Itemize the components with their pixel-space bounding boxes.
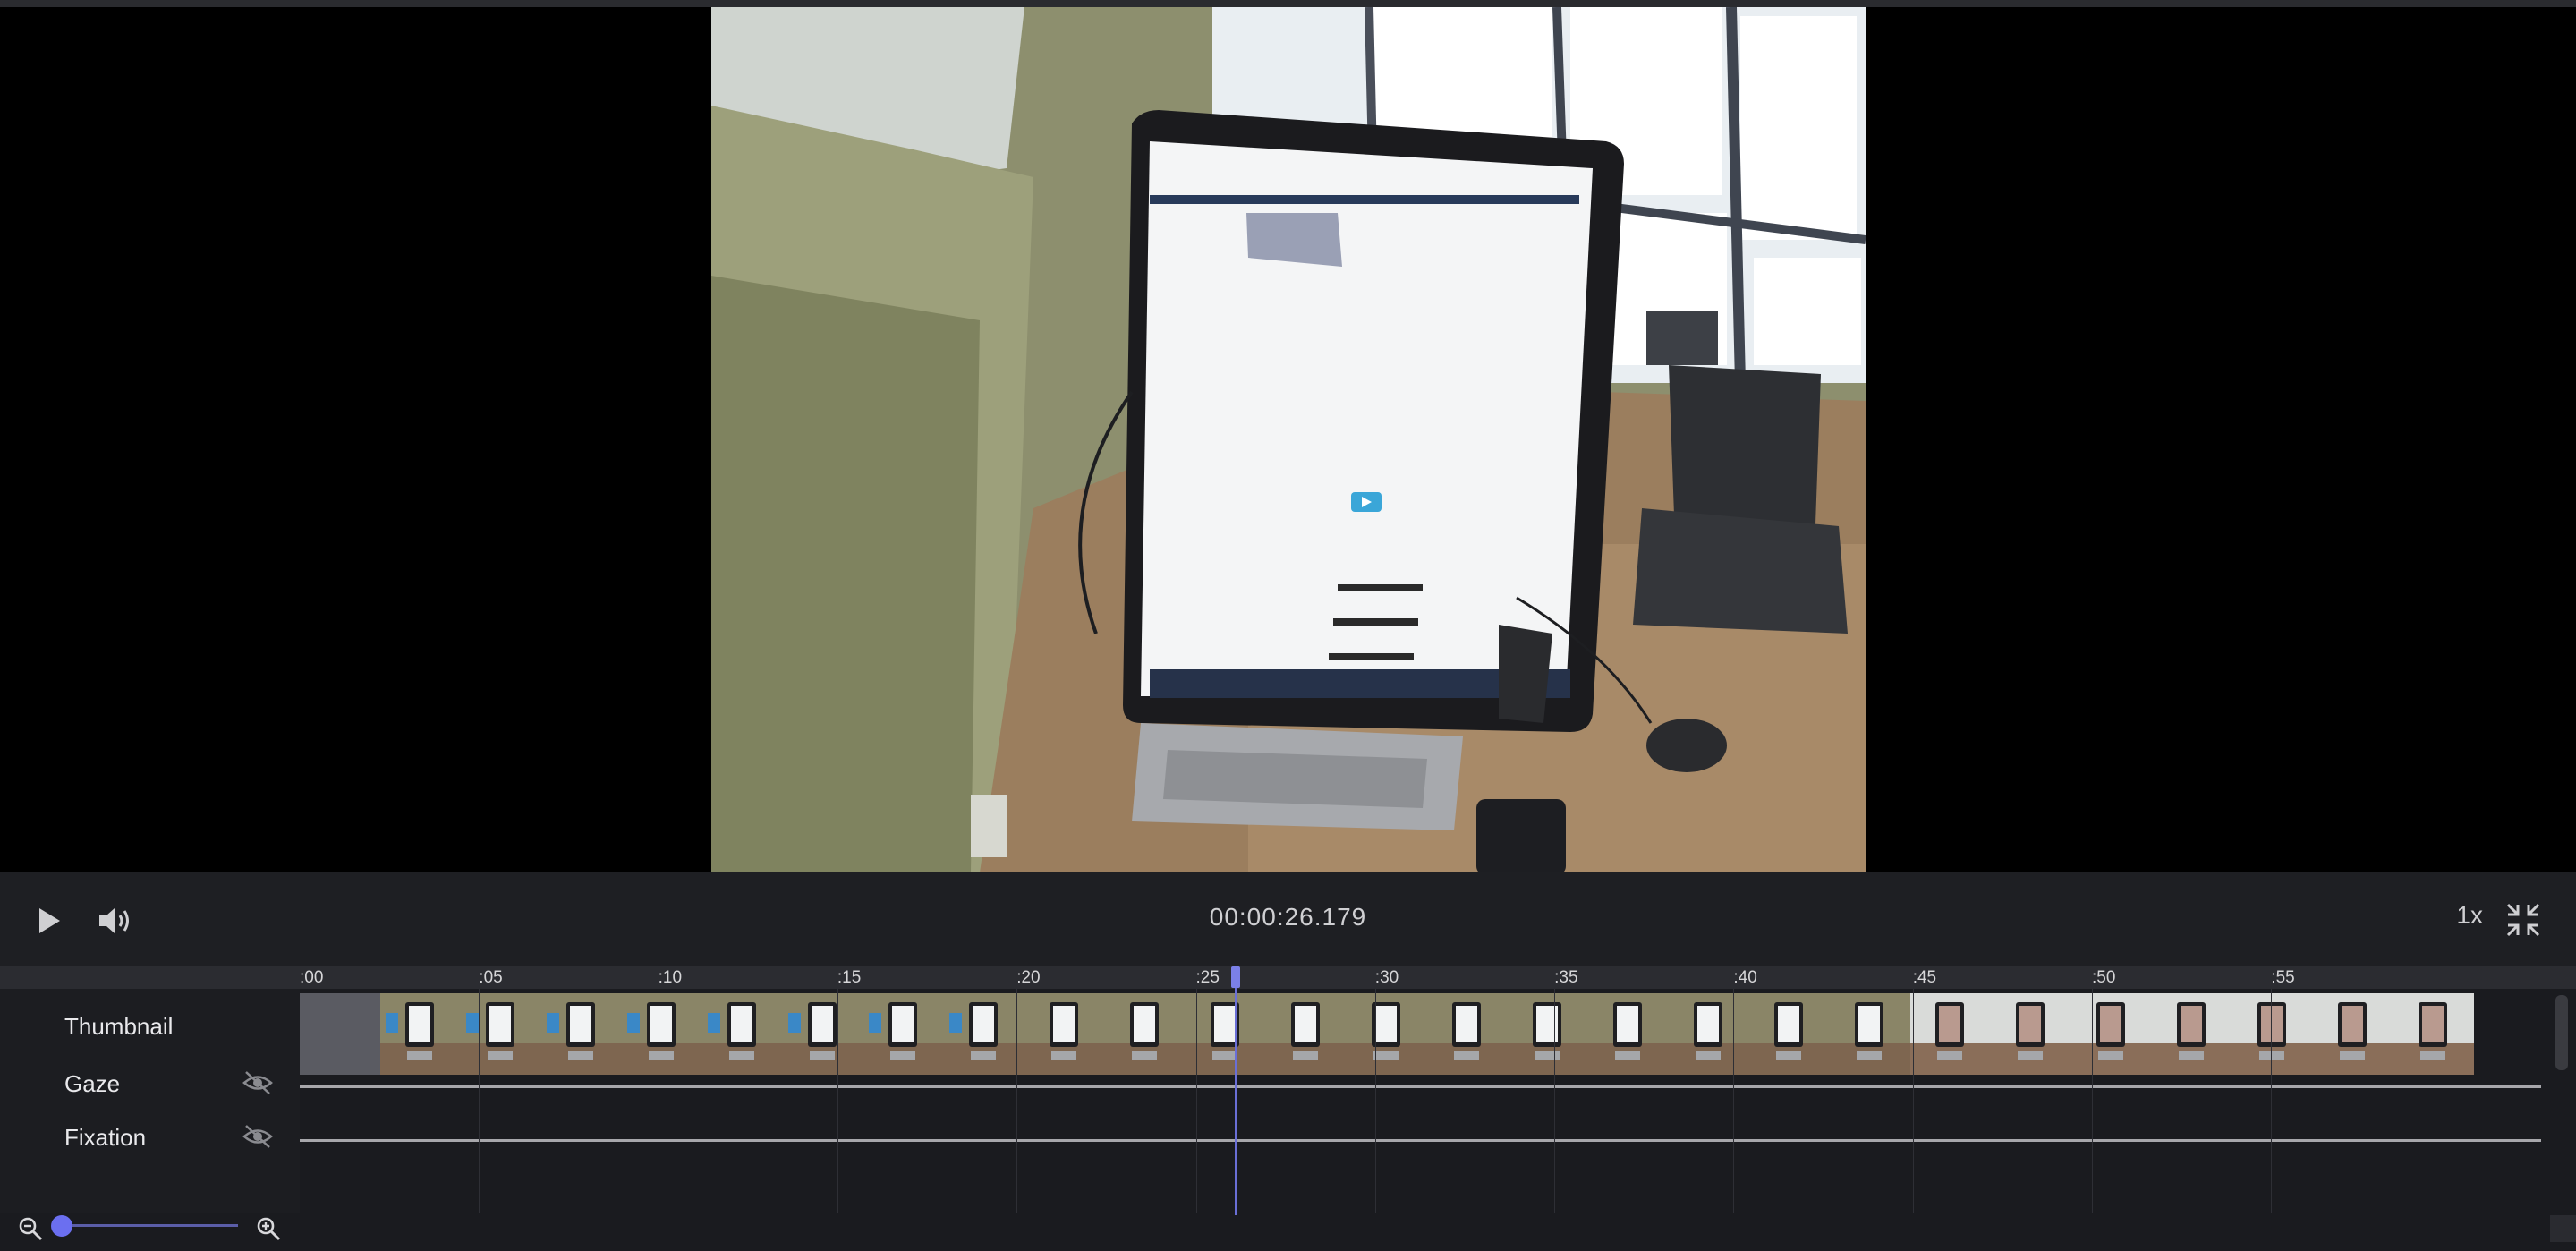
thumbnail-frame bbox=[1427, 993, 1508, 1075]
ruler-gridline bbox=[1733, 989, 1735, 1213]
thumbnail-frame bbox=[1266, 993, 1347, 1075]
thumbnail-frame bbox=[2071, 993, 2152, 1075]
thumbnail-frame bbox=[2393, 993, 2474, 1075]
ruler-gridline bbox=[1195, 989, 1197, 1213]
track-labels: Thumbnail Gaze Fixation bbox=[0, 989, 300, 1213]
video-scene bbox=[711, 7, 1866, 872]
playback-speed[interactable]: 1x bbox=[2456, 901, 2483, 930]
thumbnail-frame bbox=[1105, 993, 1186, 1075]
track-label-thumbnail: Thumbnail bbox=[64, 1013, 174, 1040]
thumbnail-frame bbox=[1024, 993, 1105, 1075]
playhead[interactable] bbox=[1235, 966, 1237, 1215]
timeline-scrollbar[interactable] bbox=[2555, 995, 2568, 1070]
player-controls: 00:00:26.179 1x bbox=[0, 872, 2576, 966]
thumbnail-frame bbox=[1347, 993, 1427, 1075]
thumbnail-frame bbox=[1186, 993, 1266, 1075]
thumbnail-frame bbox=[1669, 993, 1749, 1075]
ruler-gridline bbox=[479, 989, 480, 1213]
thumbnail-frame bbox=[1508, 993, 1588, 1075]
ruler-gridline bbox=[1912, 989, 1914, 1213]
eye-off-icon bbox=[242, 1125, 273, 1148]
thumbnail-frame bbox=[702, 993, 783, 1075]
ruler-tick-label: :00 bbox=[300, 968, 324, 987]
time-ruler[interactable]: :00 :05 :10 :15 :20 :25 :30 :35 :40 :45 :50 :55 bbox=[0, 966, 2576, 989]
playhead-handle[interactable] bbox=[1231, 966, 1240, 988]
ruler-tick-label: :40 bbox=[1733, 968, 1757, 987]
timecode: 00:00:26.179 bbox=[1209, 903, 1367, 931]
zoom-in-icon bbox=[257, 1217, 281, 1241]
ruler-tick-label: :35 bbox=[1554, 968, 1578, 987]
thumbnail-frame bbox=[944, 993, 1024, 1075]
zoom-in-button[interactable] bbox=[254, 1214, 283, 1243]
track-label-gaze: Gaze bbox=[64, 1070, 121, 1097]
ruler-tick-label: :15 bbox=[837, 968, 862, 987]
zoom-out-button[interactable] bbox=[16, 1214, 45, 1243]
ruler-tick-label: :45 bbox=[1912, 968, 1937, 987]
thumbnail-frame bbox=[2152, 993, 2232, 1075]
video-stage bbox=[0, 7, 2576, 872]
zoom-slider-track[interactable] bbox=[61, 1224, 238, 1227]
thumbnail-frame bbox=[461, 993, 541, 1075]
ruler-gridline bbox=[2092, 989, 2093, 1213]
thumbnail-frame bbox=[1910, 993, 1991, 1075]
ruler-gridline bbox=[837, 989, 838, 1213]
thumbnail-frame bbox=[2232, 993, 2313, 1075]
thumbnail-frame bbox=[1588, 993, 1669, 1075]
ruler-gridline bbox=[1016, 989, 1018, 1213]
video-frame[interactable] bbox=[711, 7, 1866, 872]
thumbnail-frame bbox=[2313, 993, 2393, 1075]
exit-fullscreen-icon bbox=[2506, 903, 2540, 937]
ruler-tick-label: :50 bbox=[2092, 968, 2116, 987]
ruler-tick-label: :55 bbox=[2271, 968, 2295, 987]
eye-off-icon bbox=[242, 1071, 273, 1094]
ruler-tick-label: :05 bbox=[479, 968, 503, 987]
thumbnail-frame bbox=[1749, 993, 1830, 1075]
ruler-gridline bbox=[2271, 989, 2273, 1213]
thumbnail-frame bbox=[1991, 993, 2071, 1075]
timeline-corner bbox=[2550, 1215, 2576, 1242]
gaze-visibility-toggle[interactable] bbox=[242, 1069, 277, 1096]
thumbnail-frame bbox=[541, 993, 622, 1075]
ruler-gridline bbox=[1554, 989, 1556, 1213]
top-strip bbox=[0, 0, 2576, 7]
thumbnail-frame bbox=[863, 993, 944, 1075]
thumbnail-frames bbox=[300, 993, 2474, 1075]
timeline: :00 :05 :10 :15 :20 :25 :30 :35 :40 :45 :50 :55 Thu… bbox=[0, 966, 2576, 1251]
fixation-visibility-toggle[interactable] bbox=[242, 1123, 277, 1150]
exit-fullscreen-button[interactable] bbox=[2495, 892, 2551, 948]
ruler-tick-label: :20 bbox=[1016, 968, 1041, 987]
ruler-gridline bbox=[1374, 989, 1376, 1213]
thumbnail-frame bbox=[380, 993, 461, 1075]
thumbnail-frame bbox=[1830, 993, 1910, 1075]
zoom-out-icon bbox=[19, 1217, 43, 1241]
ruler-tick-label: :25 bbox=[1195, 968, 1220, 987]
thumbnail-frame bbox=[783, 993, 863, 1075]
track-area[interactable] bbox=[300, 989, 2541, 1213]
fixation-track[interactable] bbox=[300, 1139, 2541, 1142]
thumbnail-frame bbox=[622, 993, 702, 1075]
zoom-slider-handle[interactable] bbox=[51, 1215, 72, 1237]
gaze-track[interactable] bbox=[300, 1085, 2541, 1088]
track-label-fixation: Fixation bbox=[64, 1124, 147, 1151]
ruler-tick-label: :10 bbox=[658, 968, 683, 987]
ruler-tick-label: :30 bbox=[1374, 968, 1399, 987]
thumbnail-strip[interactable] bbox=[300, 993, 2474, 1075]
